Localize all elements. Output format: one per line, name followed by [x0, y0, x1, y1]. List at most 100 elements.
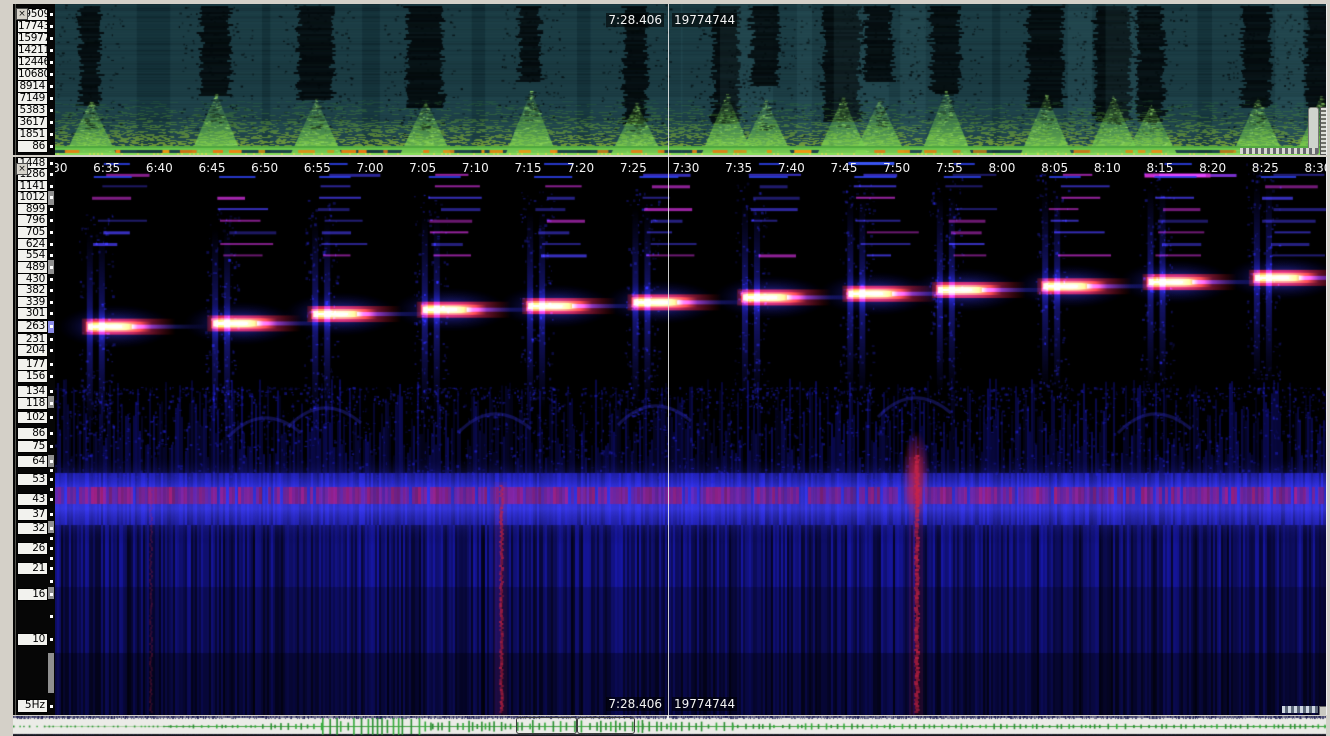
time-label: 7:50 — [883, 161, 910, 175]
scale-tick-icon — [50, 312, 53, 315]
cursor-frame-readout: 19774744 — [672, 13, 737, 27]
time-label: 8:05 — [1041, 161, 1068, 175]
scale-tick-icon — [50, 363, 53, 366]
scale-tick-icon — [50, 416, 53, 419]
time-label: 7:15 — [515, 161, 542, 175]
scale-tick-icon — [50, 37, 53, 40]
time-label: 7:10 — [462, 161, 489, 175]
time-label: 6:45 — [199, 161, 226, 175]
scale-tick-icon — [50, 162, 53, 165]
scale-tick-icon — [50, 254, 53, 257]
wheel-reset-button[interactable] — [1319, 706, 1327, 715]
scale-tick-icon — [50, 547, 53, 550]
freq-label: 32 — [17, 522, 48, 535]
time-label: 7:45 — [830, 161, 857, 175]
log-spectrogram-canvas[interactable] — [13, 157, 1326, 715]
freq-label: 10680 — [17, 68, 48, 81]
time-label: 8:20 — [1199, 161, 1226, 175]
frequency-scale-top[interactable]: 1950917743159771421112446106808914714953… — [13, 4, 55, 155]
time-label: 8:10 — [1094, 161, 1121, 175]
wideband-spectrogram-canvas[interactable] — [13, 4, 1326, 155]
view-region-box[interactable] — [577, 717, 635, 734]
freq-label: 86 — [17, 140, 48, 153]
scale-tick-icon — [50, 109, 53, 112]
scale-tick-icon — [50, 537, 53, 540]
freq-label: 26 — [17, 542, 48, 555]
time-label: 6:50 — [251, 161, 278, 175]
time-label: 8:00 — [988, 161, 1015, 175]
scale-tick-icon — [50, 567, 53, 570]
pane-top-spectrogram: 1950917743159771421112446106808914714953… — [13, 4, 1327, 155]
scale-tick-icon — [50, 557, 53, 560]
horizontal-zoom-wheel[interactable] — [1240, 148, 1318, 154]
freq-label: 17743 — [17, 20, 48, 33]
horizontal-zoom-wheel[interactable] — [1282, 706, 1318, 713]
scale-tick-icon — [50, 196, 53, 199]
time-label: 7:55 — [936, 161, 963, 175]
scale-tick-icon — [50, 527, 53, 530]
overview-waveform[interactable] — [13, 716, 1326, 736]
freq-label: 8914 — [17, 80, 48, 93]
scale-tick-icon — [50, 289, 53, 292]
freq-label: 43 — [17, 493, 48, 506]
time-label: 7:35 — [725, 161, 752, 175]
freq-floor-label: 5Hz — [17, 699, 48, 713]
time-label: 8:25 — [1252, 161, 1279, 175]
scale-tick-icon — [50, 325, 53, 328]
scale-tick-icon — [50, 219, 53, 222]
time-ruler[interactable]: 6:306:356:406:456:506:557:007:057:107:15… — [13, 157, 1326, 179]
scale-tick-icon — [50, 390, 53, 393]
scale-tick-icon — [50, 61, 53, 64]
time-label: 7:05 — [409, 161, 436, 175]
time-label: 8:15 — [1146, 161, 1173, 175]
scale-tick-icon — [50, 278, 53, 281]
cursor-frame-readout: 19774744 — [672, 697, 737, 711]
time-label: 7:40 — [778, 161, 805, 175]
time-label: 8:30 — [1304, 161, 1327, 175]
scale-tick-icon — [50, 615, 53, 618]
freq-label: 177 — [17, 358, 48, 371]
scale-tick-icon — [50, 705, 53, 708]
overview-waveform-canvas[interactable] — [13, 716, 1326, 736]
freq-label: 37 — [17, 508, 48, 521]
scale-tick-icon — [50, 185, 53, 188]
freq-label: 204 — [17, 344, 48, 357]
scale-tick-icon — [50, 488, 53, 491]
scale-tick-icon — [50, 97, 53, 100]
time-label: 7:30 — [672, 161, 699, 175]
time-label: 6:40 — [146, 161, 173, 175]
pane-log-spectrogram: 6:306:356:406:456:506:557:007:057:107:15… — [13, 157, 1327, 715]
scale-tick-icon — [50, 73, 53, 76]
vertical-zoom-wheel[interactable] — [1320, 107, 1327, 155]
close-pane-icon[interactable]: × — [16, 8, 28, 20]
scale-tick-icon — [50, 460, 53, 463]
scale-tick-icon — [50, 173, 53, 176]
freq-label: 86 — [17, 427, 48, 440]
freq-label: 21 — [17, 562, 48, 575]
scale-tick-icon — [50, 121, 53, 124]
time-label: 6:35 — [93, 161, 120, 175]
scale-groove — [15, 4, 16, 155]
freq-label: 12446 — [17, 56, 48, 69]
freq-label: 3617 — [17, 116, 48, 129]
cursor-time-readout: 7:28.406 — [606, 13, 664, 27]
view-region-box[interactable] — [516, 717, 577, 734]
scale-tick-icon — [50, 145, 53, 148]
freq-label: 75 — [17, 440, 48, 453]
frequency-scale-bottom[interactable]: 5Hz 144812861141101289979670562455448943… — [13, 157, 55, 715]
freq-label: 134 — [17, 385, 48, 398]
scale-tick-icon — [50, 85, 53, 88]
close-pane-icon[interactable]: × — [16, 163, 28, 175]
scale-tick-icon — [50, 375, 53, 378]
freq-label: 301 — [17, 307, 48, 320]
scale-tick-icon — [50, 478, 53, 481]
app-window: { "window": { "bg_color": "#d4d0c8" }, "… — [0, 0, 1330, 736]
freq-label: 14211 — [17, 44, 48, 57]
scale-tick-icon — [50, 133, 53, 136]
time-label: 7:00 — [357, 161, 384, 175]
time-label: 6:55 — [304, 161, 331, 175]
scale-tick-icon — [50, 231, 53, 234]
freq-label: 102 — [17, 411, 48, 424]
freq-label: 10 — [17, 633, 48, 646]
scale-tick-icon — [50, 13, 53, 16]
